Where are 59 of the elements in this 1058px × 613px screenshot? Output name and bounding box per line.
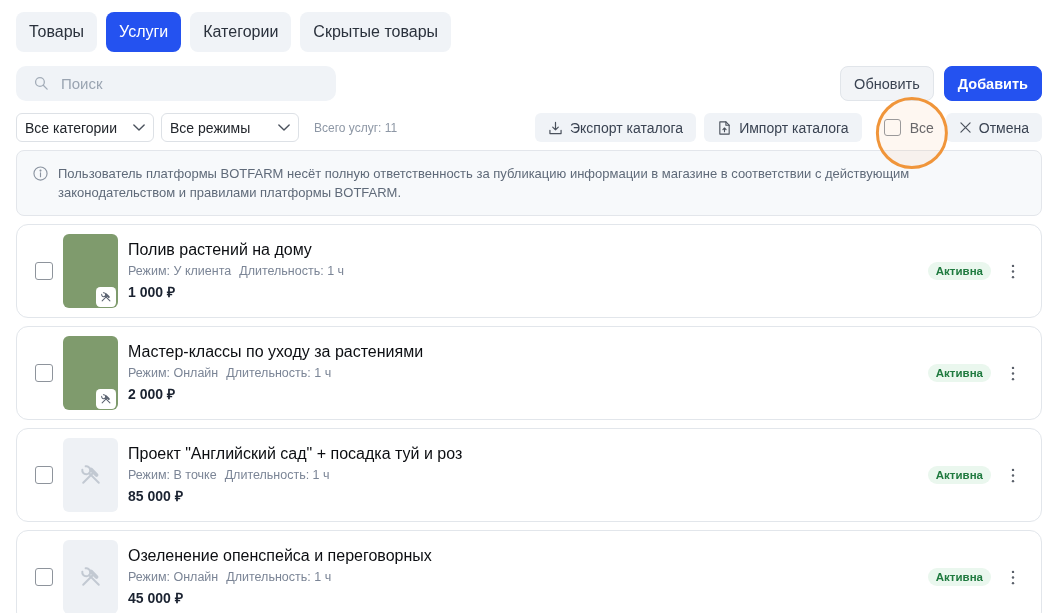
file-upload-icon: [718, 120, 732, 135]
service-mode: Режим: В точке: [128, 467, 217, 484]
filter-dropdown[interactable]: Все категории: [16, 113, 154, 142]
tab[interactable]: Товары: [16, 12, 98, 52]
service-price: 2 000 ₽: [128, 385, 176, 404]
service-card[interactable]: Проект "Английский сад" + посадка туй и роз Режим: В точке Длительность: 1 ч 85 000 ₽ Активна: [16, 428, 1042, 522]
more-icon[interactable]: [1011, 263, 1015, 279]
cancel-button[interactable]: Отмена: [945, 113, 1042, 142]
service-mode: Режим: Онлайн: [128, 569, 219, 586]
service-mode: Режим: У клиента: [128, 263, 232, 280]
refresh-button[interactable]: Обновить: [840, 66, 934, 101]
status-badge: Активна: [927, 364, 991, 382]
service-duration: Длительность: 1 ч: [226, 569, 332, 586]
checkbox-label[interactable]: Все: [909, 119, 934, 136]
download-icon: [549, 120, 562, 135]
tab[interactable]: Скрытые товары: [300, 12, 452, 52]
tab[interactable]: Услуги: [106, 12, 182, 52]
tools-icon: [80, 567, 101, 587]
service-duration: Длительность: 1 ч: [226, 365, 332, 382]
service-price: 1 000 ₽: [128, 283, 176, 302]
filter-dropdown[interactable]: Все режимы: [161, 113, 299, 142]
status-badge: Активна: [927, 262, 991, 280]
import-button[interactable]: Импорт каталога: [704, 113, 862, 142]
chevron-down-icon: [278, 124, 290, 131]
service-title: Проект "Английский сад" + посадка туй и роз: [128, 444, 464, 464]
service-mode: Режим: Онлайн: [128, 365, 219, 382]
close-icon: [959, 122, 971, 133]
search-field[interactable]: Поиск: [16, 66, 336, 101]
tools-icon: [80, 465, 101, 485]
tab[interactable]: Категории: [190, 12, 292, 52]
more-icon[interactable]: [1011, 365, 1015, 381]
info-icon: [33, 166, 48, 181]
notice-text: Пользователь платформы BOTFARM несёт полную ответственность за публикацию информации в магазине в соответствии с действующим законодательством и правилами платформы BOTFARM.: [58, 165, 911, 202]
tools-icon: [96, 389, 116, 409]
status-badge: Активна: [927, 466, 991, 484]
more-icon[interactable]: [1011, 569, 1015, 585]
tools-icon: [96, 287, 116, 307]
checkbox[interactable]: [35, 466, 53, 484]
checkbox[interactable]: [883, 119, 901, 136]
service-card[interactable]: Полив растений на дому Режим: У клиента Длительность: 1 ч 1 000 ₽ Активна: [16, 224, 1042, 318]
search-icon: [34, 76, 48, 90]
total-count: Всего услуг: 11: [314, 120, 398, 135]
service-card[interactable]: Озеленение опенспейса и переговорных Режим: Онлайн Длительность: 1 ч 45 000 ₽ Активна: [16, 530, 1042, 613]
service-price: 85 000 ₽: [128, 487, 184, 506]
export-button[interactable]: Экспорт каталога: [535, 113, 697, 142]
service-title: Мастер-классы по уходу за растениями: [128, 342, 425, 362]
checkbox[interactable]: [35, 568, 53, 586]
service-title: Полив растений на дому: [128, 240, 313, 260]
add-button[interactable]: Добавить: [943, 66, 1042, 101]
checkbox[interactable]: [35, 262, 53, 280]
status-badge: Активна: [927, 568, 991, 586]
chevron-down-icon: [133, 124, 145, 131]
checkbox[interactable]: [35, 364, 53, 382]
service-price: 45 000 ₽: [128, 589, 184, 608]
service-title: Озеленение опенспейса и переговорных: [128, 546, 433, 566]
service-duration: Длительность: 1 ч: [224, 467, 330, 484]
service-duration: Длительность: 1 ч: [239, 263, 345, 280]
service-card[interactable]: Мастер-классы по уходу за растениями Режим: Онлайн Длительность: 1 ч 2 000 ₽ Активна: [16, 326, 1042, 420]
more-icon[interactable]: [1011, 467, 1015, 483]
